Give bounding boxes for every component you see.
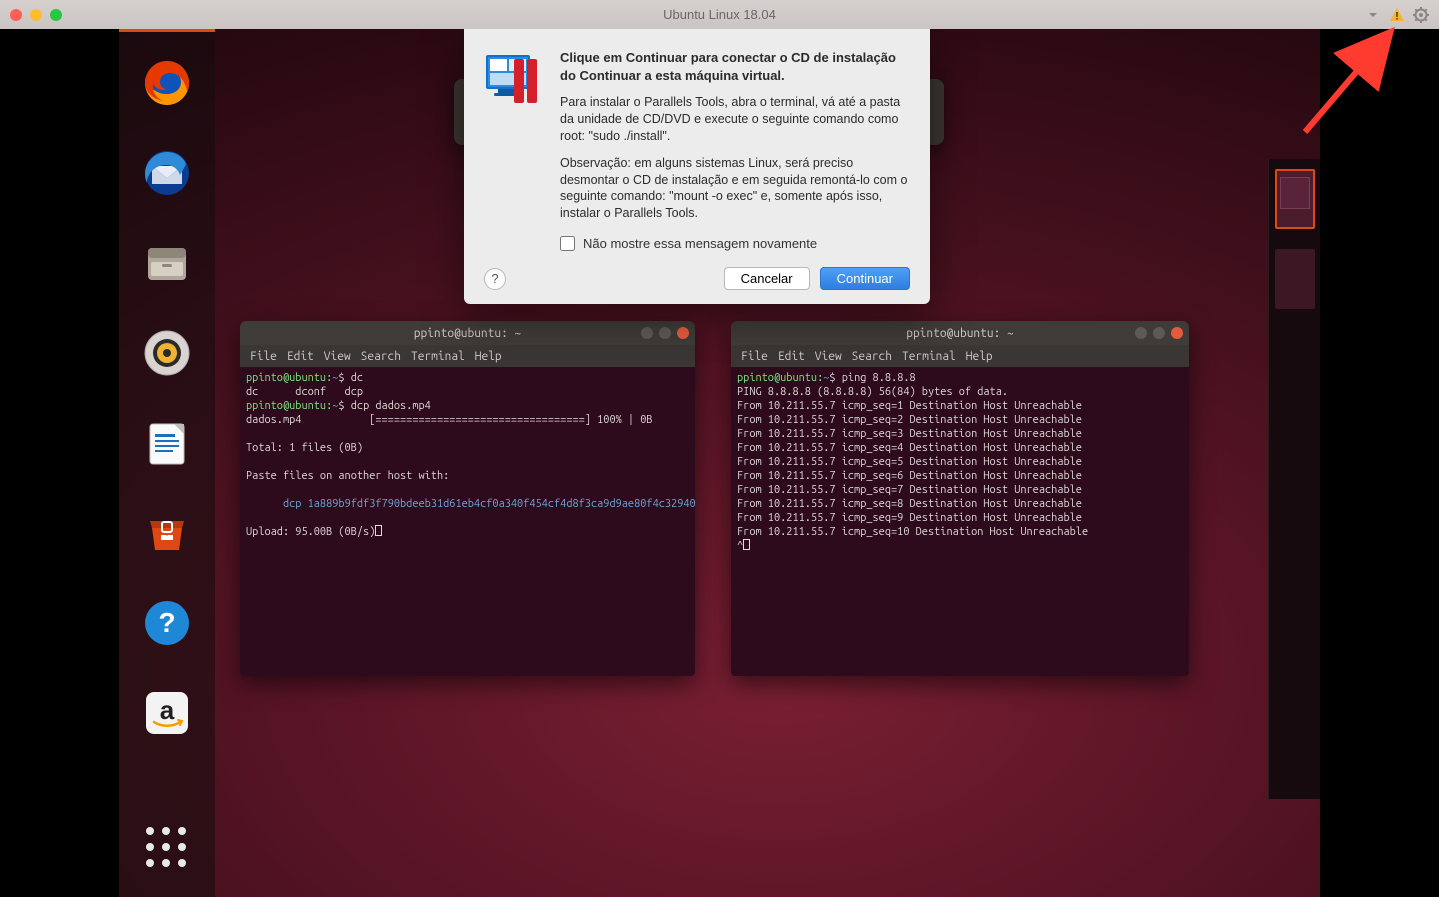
- terminal2-menu-terminal[interactable]: Terminal: [902, 350, 956, 363]
- terminal2-minimize[interactable]: [1135, 327, 1147, 339]
- terminal2-window-buttons: [1135, 327, 1183, 339]
- terminal2-menu-help[interactable]: Help: [966, 350, 993, 363]
- gear-icon[interactable]: [1413, 7, 1429, 23]
- dialog-checkbox[interactable]: [560, 236, 575, 251]
- cancel-button[interactable]: Cancelar: [724, 267, 810, 290]
- parallels-icon: [484, 49, 544, 232]
- titlebar-right-controls: [1365, 7, 1429, 23]
- dialog-checkbox-label: Não mostre essa mensagem novamente: [583, 236, 817, 251]
- terminal2-title: ppinto@ubuntu: ~: [906, 327, 1014, 340]
- dock-libreoffice-writer[interactable]: [140, 416, 194, 470]
- terminal1-title: ppinto@ubuntu: ~: [414, 327, 522, 340]
- dialog-headline: Clique em Continuar para conectar o CD d…: [560, 49, 910, 84]
- dock-ubuntu-software[interactable]: [140, 506, 194, 560]
- terminal1-menubar: File Edit View Search Terminal Help: [240, 345, 695, 367]
- dock-amazon[interactable]: a: [140, 686, 194, 740]
- workspace-switcher: [1268, 159, 1320, 799]
- terminal2-menu-file[interactable]: File: [741, 350, 768, 363]
- ubuntu-dock: ? a: [119, 32, 215, 897]
- terminal2-menu-search[interactable]: Search: [852, 350, 892, 363]
- parallels-dialog: Clique em Continuar para conectar o CD d…: [464, 29, 930, 304]
- terminal1-menu-terminal[interactable]: Terminal: [411, 350, 465, 363]
- terminal2-body[interactable]: ppinto@ubuntu:~$ ping 8.8.8.8 PING 8.8.8…: [731, 367, 1189, 557]
- terminal1-menu-view[interactable]: View: [324, 350, 351, 363]
- traffic-lights: [10, 9, 62, 21]
- terminal1-menu-help[interactable]: Help: [475, 350, 502, 363]
- terminal2-menu-edit[interactable]: Edit: [778, 350, 805, 363]
- warning-icon[interactable]: [1389, 7, 1405, 23]
- continue-button[interactable]: Continuar: [820, 267, 910, 290]
- zoom-window-button[interactable]: [50, 9, 62, 21]
- terminal1-body[interactable]: ppinto@ubuntu:~$ dc dc dconf dcp ppinto@…: [240, 367, 695, 543]
- terminal2-titlebar[interactable]: ppinto@ubuntu: ~: [731, 321, 1189, 345]
- terminal1-maximize[interactable]: [659, 327, 671, 339]
- dialog-text: Clique em Continuar para conectar o CD d…: [560, 49, 910, 232]
- dialog-paragraph-1: Para instalar o Parallels Tools, abra o …: [560, 94, 910, 145]
- dialog-dont-show-again[interactable]: Não mostre essa mensagem novamente: [560, 236, 910, 251]
- minimize-window-button[interactable]: [30, 9, 42, 21]
- terminal-window-2[interactable]: ppinto@ubuntu: ~ File Edit View Search T…: [731, 321, 1189, 676]
- terminal1-close[interactable]: [677, 327, 689, 339]
- terminal1-menu-search[interactable]: Search: [361, 350, 401, 363]
- terminal2-menubar: File Edit View Search Terminal Help: [731, 345, 1189, 367]
- terminal2-maximize[interactable]: [1153, 327, 1165, 339]
- dock-show-apps[interactable]: [140, 821, 194, 875]
- dock-firefox[interactable]: [140, 56, 194, 110]
- close-window-button[interactable]: [10, 9, 22, 21]
- dock-help[interactable]: ?: [140, 596, 194, 650]
- window-titlebar: Ubuntu Linux 18.04: [0, 0, 1439, 29]
- dialog-paragraph-2: Observação: em alguns sistemas Linux, se…: [560, 155, 910, 223]
- terminal-window-1[interactable]: ppinto@ubuntu: ~ File Edit View Search T…: [240, 321, 695, 676]
- svg-text:a: a: [160, 695, 175, 725]
- terminal1-menu-file[interactable]: File: [250, 350, 277, 363]
- ubuntu-desktop: ? a ppinto@ubuntu: ~: [119, 29, 1320, 897]
- window-title: Ubuntu Linux 18.04: [0, 7, 1439, 22]
- dock-files[interactable]: [140, 236, 194, 290]
- terminal1-menu-edit[interactable]: Edit: [287, 350, 314, 363]
- workspace-1[interactable]: [1275, 169, 1315, 229]
- terminal1-minimize[interactable]: [641, 327, 653, 339]
- help-button[interactable]: ?: [484, 268, 506, 290]
- dock-rhythmbox[interactable]: [140, 326, 194, 380]
- vm-frame: ? a ppinto@ubuntu: ~: [0, 29, 1439, 897]
- terminal2-close[interactable]: [1171, 327, 1183, 339]
- dropdown-icon[interactable]: [1365, 7, 1381, 23]
- workspace-2[interactable]: [1275, 249, 1315, 309]
- svg-text:?: ?: [158, 607, 175, 638]
- terminal2-menu-view[interactable]: View: [815, 350, 842, 363]
- apps-grid-icon: [146, 827, 188, 869]
- terminal1-window-buttons: [641, 327, 689, 339]
- terminal1-titlebar[interactable]: ppinto@ubuntu: ~: [240, 321, 695, 345]
- dock-thunderbird[interactable]: [140, 146, 194, 200]
